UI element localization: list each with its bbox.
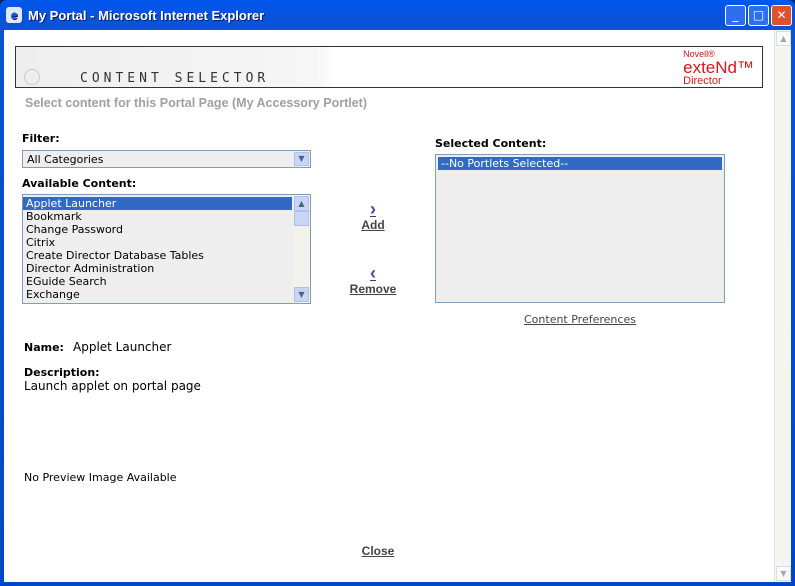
filter-select[interactable]: All Categories ▼ xyxy=(22,150,311,168)
preview-text: No Preview Image Available xyxy=(24,471,177,484)
list-item[interactable]: Change Password xyxy=(23,223,292,236)
title-bar: e My Portal - Microsoft Internet Explore… xyxy=(0,0,795,30)
chevron-right-icon: › xyxy=(370,199,376,219)
remove-button[interactable]: ‹ Remove xyxy=(344,264,402,296)
name-label: Name: xyxy=(24,341,64,354)
close-window-button[interactable]: ✕ xyxy=(771,5,792,26)
chevron-down-icon[interactable]: ▼ xyxy=(294,152,309,166)
list-item[interactable]: EGuide Search xyxy=(23,275,292,288)
close-link[interactable]: Close xyxy=(356,544,400,558)
gear-icon xyxy=(24,69,40,85)
list-item[interactable]: --No Portlets Selected-- xyxy=(438,157,722,170)
name-value: Applet Launcher xyxy=(73,340,172,354)
page-subtitle: Select content for this Portal Page (My … xyxy=(25,96,367,110)
maximize-button[interactable]: □ xyxy=(748,5,769,26)
selected-content-label: Selected Content: xyxy=(435,137,547,150)
chevron-left-icon: ‹ xyxy=(370,263,376,283)
filter-label: Filter: xyxy=(22,132,60,145)
window-title: My Portal - Microsoft Internet Explorer xyxy=(28,7,265,23)
list-item[interactable]: Applet Launcher xyxy=(23,197,292,210)
page-content: CONTENT SELECTOR Novell® exteNd™ Directo… xyxy=(4,30,791,582)
available-content-list[interactable]: Applet Launcher Bookmark Change Password… xyxy=(22,194,311,304)
content-selector-banner: CONTENT SELECTOR Novell® exteNd™ Directo… xyxy=(15,46,763,88)
minimize-button[interactable]: _ xyxy=(725,5,746,26)
banner-title: CONTENT SELECTOR xyxy=(80,71,270,86)
novell-logo: Novell® exteNd™ Director xyxy=(683,49,754,87)
list-item[interactable]: Director Administration xyxy=(23,262,292,275)
list-item[interactable]: Exchange xyxy=(23,288,292,301)
list-item[interactable]: Citrix xyxy=(23,236,292,249)
list-item[interactable]: Create Director Database Tables xyxy=(23,249,292,262)
description-label: Description: xyxy=(24,366,100,379)
selected-content-list[interactable]: --No Portlets Selected-- xyxy=(435,154,725,303)
list-scrollbar[interactable]: ▲ ▼ xyxy=(293,195,310,303)
scroll-down-icon[interactable]: ▼ xyxy=(294,287,309,302)
ie-icon: e xyxy=(6,7,22,23)
scroll-up-icon[interactable]: ▲ xyxy=(776,31,791,46)
description-value: Launch applet on portal page xyxy=(24,379,201,393)
scroll-thumb[interactable] xyxy=(294,211,309,226)
add-button[interactable]: › Add xyxy=(356,200,390,232)
available-content-label: Available Content: xyxy=(22,177,137,190)
scroll-down-icon[interactable]: ▼ xyxy=(776,566,791,581)
list-item[interactable]: Bookmark xyxy=(23,210,292,223)
filter-value: All Categories xyxy=(27,153,104,166)
content-preferences-link[interactable]: Content Preferences xyxy=(524,313,636,326)
page-scrollbar[interactable]: ▲ ▼ xyxy=(774,30,791,582)
scroll-up-icon[interactable]: ▲ xyxy=(294,196,309,211)
browser-window: e My Portal - Microsoft Internet Explore… xyxy=(0,0,795,586)
